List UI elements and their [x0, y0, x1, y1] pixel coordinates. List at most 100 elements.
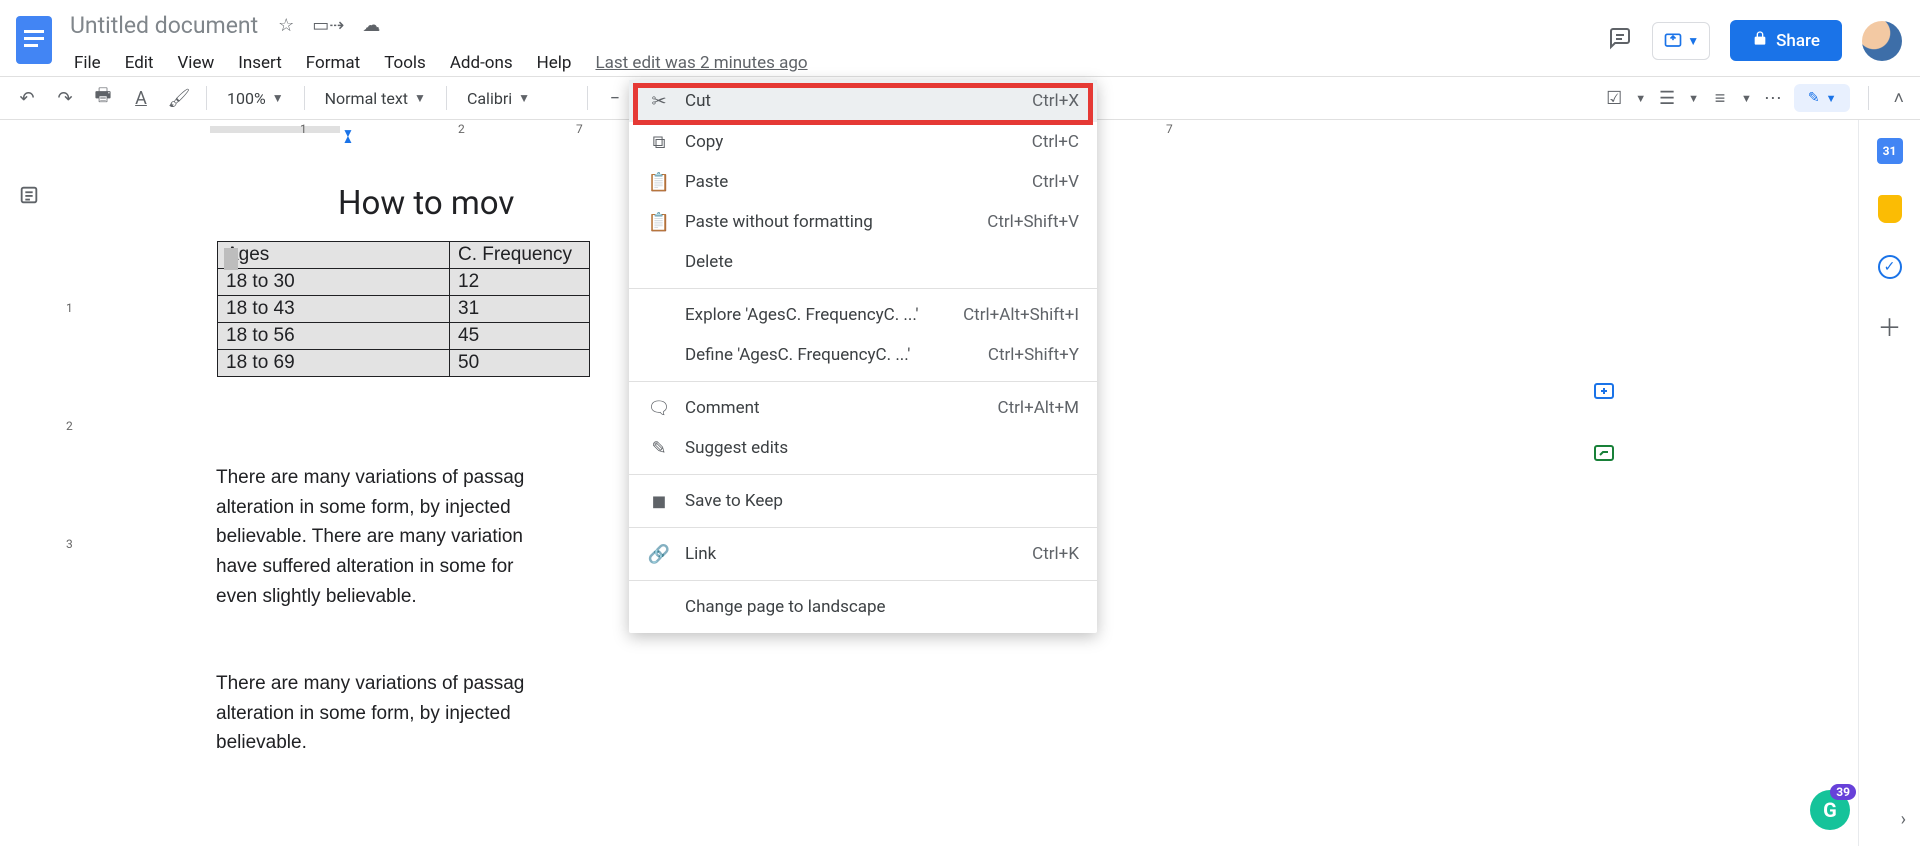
menu-help[interactable]: Help — [527, 49, 582, 77]
side-panel-rail: 31 ✓ ＋ — [1858, 120, 1920, 846]
keep-app-icon[interactable] — [1877, 196, 1903, 222]
context-menu-copy[interactable]: ⧉ Copy Ctrl+C — [629, 122, 1097, 162]
context-menu: ✂ Cut Ctrl+X ⧉ Copy Ctrl+C 📋 Paste Ctrl+… — [629, 80, 1097, 633]
context-menu-label: Save to Keep — [685, 491, 1079, 511]
show-side-panel-icon[interactable]: › — [1901, 809, 1906, 830]
context-menu-comment[interactable]: 🗨 Comment Ctrl+Alt+M — [629, 388, 1097, 428]
vruler-tick: 3 — [66, 537, 73, 551]
menu-addons[interactable]: Add-ons — [440, 49, 523, 77]
table-row[interactable]: 18 to 3012 — [218, 269, 590, 296]
caret-down-icon: ▼ — [414, 91, 426, 105]
table-cell[interactable]: 18 to 43 — [218, 296, 450, 323]
add-comment-button[interactable] — [1580, 368, 1628, 416]
table-cell[interactable]: 50 — [450, 350, 590, 377]
table-row[interactable]: 18 to 5645 — [218, 323, 590, 350]
checklist-button[interactable]: ☑ — [1597, 81, 1631, 115]
menu-edit[interactable]: Edit — [115, 49, 164, 77]
print-button[interactable]: 🖶 — [86, 81, 120, 115]
context-menu-define[interactable]: Define 'AgesC. FrequencyC. ...' Ctrl+Shi… — [629, 335, 1097, 375]
cloud-status-icon[interactable]: ☁ — [362, 15, 380, 36]
document-title-input[interactable]: Untitled document — [64, 10, 264, 41]
context-menu-save-keep[interactable]: ◼ Save to Keep — [629, 481, 1097, 521]
move-icon[interactable]: ▭⇢ — [312, 15, 344, 36]
table-row[interactable]: 18 to 6950 — [218, 350, 590, 377]
table-cell[interactable]: 45 — [450, 323, 590, 350]
table-cell[interactable]: 12 — [450, 269, 590, 296]
caret-down-icon[interactable]: ▼ — [1741, 92, 1752, 105]
font-size-decrease[interactable]: − — [598, 81, 632, 115]
indent-marker-left[interactable]: ▲ — [342, 132, 354, 146]
table-cell[interactable]: 18 to 56 — [218, 323, 450, 350]
suggest-edits-button[interactable] — [1580, 430, 1628, 478]
paragraph-line[interactable]: There are many variations of passag — [216, 463, 586, 493]
numbered-list-button[interactable]: ≡ — [1703, 81, 1737, 115]
grammarly-count-badge: 39 — [1830, 784, 1856, 800]
context-menu-delete[interactable]: Delete — [629, 242, 1097, 282]
open-comments-icon[interactable] — [1608, 26, 1632, 56]
grammarly-button[interactable]: G 39 — [1810, 790, 1850, 830]
tasks-app-icon[interactable]: ✓ — [1877, 254, 1903, 280]
table-row[interactable]: Ages C. Frequency — [218, 242, 590, 269]
paragraph-line[interactable]: believable. There are many variation — [216, 522, 586, 552]
menu-insert[interactable]: Insert — [228, 49, 292, 77]
paragraph-style-select[interactable]: Normal text▼ — [315, 85, 436, 112]
context-menu-link[interactable]: 🔗 Link Ctrl+K — [629, 534, 1097, 574]
table-header-cell[interactable]: Ages — [218, 242, 450, 269]
context-menu-shortcut: Ctrl+Shift+V — [987, 212, 1079, 232]
caret-down-icon[interactable]: ▼ — [1688, 92, 1699, 105]
table-row[interactable]: 18 to 4331 — [218, 296, 590, 323]
grammarly-letter: G — [1823, 798, 1837, 822]
paragraph-line[interactable]: believable. — [216, 728, 586, 758]
hide-menus-button[interactable]: ˄ — [1887, 82, 1910, 115]
context-menu-label: Suggest edits — [685, 438, 1079, 458]
context-menu-separator — [629, 288, 1097, 289]
pencil-icon: ✎ — [1808, 90, 1820, 106]
share-button[interactable]: Share — [1730, 20, 1842, 61]
data-table[interactable]: Ages C. Frequency 18 to 3012 18 to 4331 … — [217, 241, 590, 377]
paragraph-line[interactable]: have suffered alteration in some for — [216, 552, 586, 582]
docs-logo[interactable] — [12, 12, 56, 68]
bulleted-list-button[interactable]: ☰ — [1650, 81, 1684, 115]
context-menu-suggest[interactable]: ✎ Suggest edits — [629, 428, 1097, 468]
paragraph-line[interactable]: alteration in some form, by injected — [216, 699, 586, 729]
menu-view[interactable]: View — [167, 49, 224, 77]
more-toolbar-button[interactable]: ⋯ — [1756, 81, 1790, 115]
menu-file[interactable]: File — [64, 49, 111, 77]
table-cell[interactable]: 18 to 69 — [218, 350, 450, 377]
caret-down-icon[interactable]: ▼ — [1635, 92, 1646, 105]
table-header-cell[interactable]: C. Frequency — [450, 242, 590, 269]
present-dropdown[interactable]: ▼ — [1652, 22, 1710, 60]
editing-mode-button[interactable]: ✎ ▼ — [1794, 84, 1851, 112]
context-menu-cut[interactable]: ✂ Cut Ctrl+X — [629, 80, 1097, 122]
context-menu-paste[interactable]: 📋 Paste Ctrl+V — [629, 162, 1097, 202]
star-icon[interactable]: ☆ — [278, 15, 294, 36]
selection-indicator — [224, 248, 238, 270]
paragraph-line[interactable]: There are many variations of passag — [216, 669, 586, 699]
hruler-tick: 2 — [458, 122, 465, 136]
undo-button[interactable]: ↶ — [10, 81, 44, 115]
table-cell[interactable]: 31 — [450, 296, 590, 323]
paint-format-button[interactable]: 🖌 — [162, 81, 196, 115]
calendar-app-icon[interactable]: 31 — [1877, 138, 1903, 164]
cut-icon: ✂ — [645, 91, 673, 112]
paragraph-line[interactable]: alteration in some form, by injected — [216, 493, 586, 523]
menu-tools[interactable]: Tools — [374, 49, 436, 77]
redo-button[interactable]: ↷ — [48, 81, 82, 115]
paragraph-line[interactable]: even slightly believable. — [216, 582, 586, 612]
context-menu-explore[interactable]: Explore 'AgesC. FrequencyC. ...' Ctrl+Al… — [629, 295, 1097, 335]
account-avatar[interactable] — [1862, 21, 1902, 61]
spellcheck-button[interactable]: A — [124, 81, 158, 115]
context-menu-paste-plain[interactable]: 📋 Paste without formatting Ctrl+Shift+V — [629, 202, 1097, 242]
context-menu-separator — [629, 474, 1097, 475]
zoom-select[interactable]: 100%▼ — [217, 85, 294, 112]
font-select[interactable]: Calibri▼ — [457, 85, 577, 112]
last-edit-link[interactable]: Last edit was 2 minutes ago — [585, 49, 817, 77]
ruler-margin-left — [210, 126, 340, 133]
vertical-ruler[interactable]: 1 2 3 — [58, 120, 86, 846]
context-menu-label: Cut — [685, 91, 1032, 111]
get-addons-icon[interactable]: ＋ — [1877, 312, 1903, 338]
context-menu-landscape[interactable]: Change page to landscape — [629, 587, 1097, 627]
table-cell[interactable]: 18 to 30 — [218, 269, 450, 296]
menu-format[interactable]: Format — [296, 49, 370, 77]
document-outline-icon[interactable] — [18, 184, 40, 211]
